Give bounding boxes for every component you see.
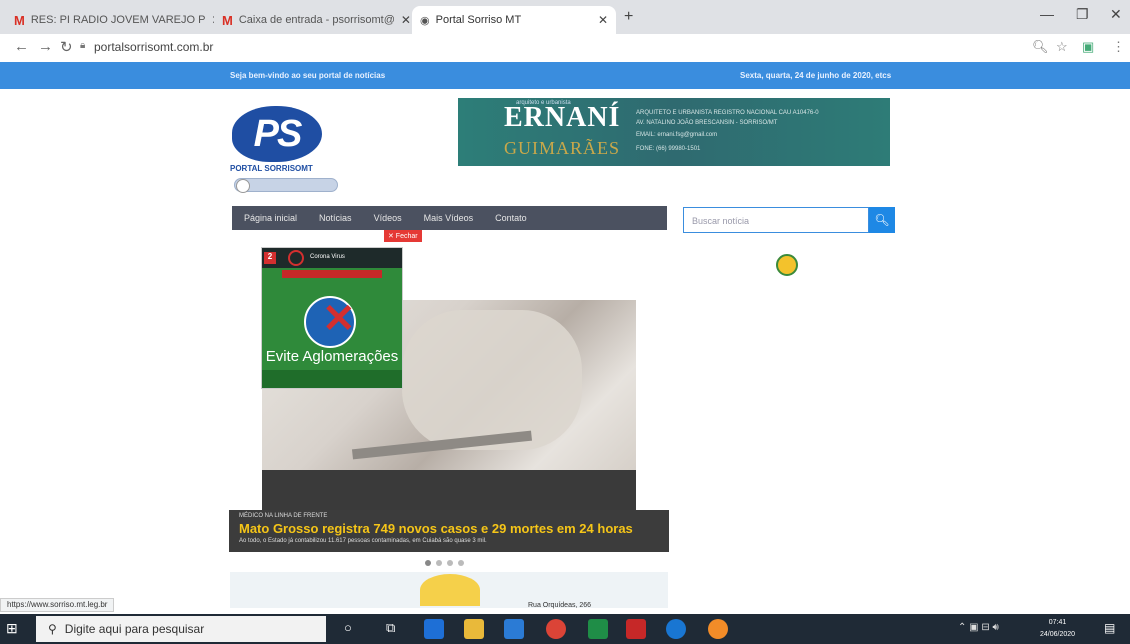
back-arrow-icon[interactable]: ← — [14, 38, 29, 55]
slide-caption[interactable]: MÉDICO NA LINHA DE FRENTE Mato Grosso re… — [229, 510, 669, 552]
slide-title[interactable]: Mato Grosso registra 749 novos casos e 2… — [239, 521, 633, 536]
store-icon[interactable] — [504, 619, 524, 639]
search-icon: ⚲ — [48, 622, 57, 636]
search-input[interactable]: Buscar notícia — [683, 207, 869, 233]
tab-gmail-inbox[interactable]: M Caixa de entrada - psorrisomt@ ✕ — [214, 6, 412, 34]
tab-portal-sorriso[interactable]: ◉ Portal Sorriso MT ✕ — [412, 6, 616, 34]
banner-line: ARQUITETO E URBANISTA REGISTRO NACIONAL … — [636, 110, 819, 116]
slider-shade — [262, 470, 636, 512]
popup-badge: 2 — [264, 252, 276, 264]
taskbar-search-placeholder: Digite aqui para pesquisar — [64, 622, 205, 636]
star-icon[interactable]: ☆ — [1056, 39, 1068, 55]
logo-initials: PS — [232, 106, 322, 162]
search-icon: 🔍︎ — [874, 213, 890, 227]
task-view-icon[interactable]: ⧉ — [386, 620, 395, 636]
site-logo[interactable]: PS PORTAL SORRISOMT — [230, 102, 342, 194]
banner-line: AV. NATALINO JOÃO BRESCANSIN - SORRISO/M… — [636, 120, 778, 126]
url-field[interactable]: portalsorrisomt.com.br — [94, 40, 213, 54]
lock-icon[interactable]: 🔒︎ — [80, 40, 85, 51]
excel-icon[interactable] — [588, 619, 608, 639]
close-popup-button[interactable]: ✕ Fechar — [384, 230, 422, 242]
edge-icon[interactable] — [424, 619, 444, 639]
tab-label: Caixa de entrada - psorrisomt@ — [238, 14, 395, 26]
popup-message: Evite Aglomerações — [265, 348, 399, 365]
clock-time: 07:41 — [1048, 619, 1067, 626]
status-url: https://www.sorriso.mt.leg.br — [0, 598, 115, 612]
forward-arrow-icon[interactable]: → — [38, 38, 53, 55]
zoom-icon[interactable]: 🔍︎ — [1032, 39, 1049, 55]
glove-shape — [402, 310, 582, 450]
windows-taskbar: ⊞ ⚲ Digite aqui para pesquisar ○ ⧉ ⌃ ▣ ⊟… — [0, 614, 1130, 644]
maximize-icon[interactable]: ❐ — [1076, 6, 1089, 23]
reload-icon[interactable]: ↻ — [60, 38, 73, 56]
slider-dot[interactable] — [436, 560, 442, 566]
close-tab-icon[interactable]: ✕ — [401, 13, 411, 27]
search-button[interactable]: 🔍︎ — [869, 207, 895, 233]
logo-name: PORTAL SORRISOMT — [230, 164, 313, 173]
gmail-icon: M — [14, 12, 25, 28]
extension-icon[interactable]: ▣ — [1082, 39, 1094, 55]
clock-date: 24/06/2020 — [1040, 631, 1076, 638]
close-window-icon[interactable]: ✕ — [1110, 6, 1122, 23]
chrome-icon[interactable] — [546, 619, 566, 639]
taskbar-search[interactable]: ⚲ Digite aqui para pesquisar — [36, 616, 326, 642]
popup-footer — [262, 370, 402, 388]
close-tab-icon[interactable]: ✕ — [598, 13, 608, 27]
nav-home[interactable]: Página inicial — [244, 213, 297, 223]
main-nav: Página inicial Notícias Vídeos Mais Víde… — [232, 206, 667, 230]
nav-news[interactable]: Notícias — [319, 213, 352, 223]
welcome-text: Seja bem-vindo ao seu portal de notícias — [230, 71, 386, 80]
notification-icon[interactable]: ▤ — [1104, 621, 1115, 635]
nav-videos[interactable]: Vídeos — [374, 213, 402, 223]
popup-red-strip — [282, 270, 382, 278]
system-tray[interactable]: ⌃ ▣ ⊟ 🔊︎ — [958, 622, 999, 633]
nav-contact[interactable]: Contato — [495, 213, 527, 223]
seal-badge — [776, 254, 798, 276]
app-icon[interactable] — [626, 619, 646, 639]
site-top-bar: Seja bem-vindo ao seu portal de notícias… — [0, 62, 1130, 89]
covid-popup[interactable]: 2 Corona Virus ✕ Evite Aglomerações — [261, 247, 403, 389]
menu-dots-icon[interactable]: ⋮ — [1112, 39, 1125, 55]
address-bar-row: ← → ↻ 🔒︎ portalsorrisomt.com.br 🔍︎ ☆ ▣ ⋮ — [0, 34, 1130, 63]
app-icon[interactable] — [708, 619, 728, 639]
tab-label: RES: PI RADIO JOVEM VAREJO P — [30, 14, 206, 26]
minimize-icon[interactable]: — — [1040, 6, 1054, 22]
nav-more-videos[interactable]: Mais Vídeos — [424, 213, 474, 223]
advert-shape — [420, 574, 480, 606]
popup-header-text: Corona Virus — [310, 254, 345, 260]
tab-gmail-res[interactable]: M RES: PI RADIO JOVEM VAREJO P ✕ — [6, 6, 214, 34]
new-tab-button[interactable]: + — [624, 8, 633, 26]
slider-dot[interactable] — [447, 560, 453, 566]
banner-line: FONE: (66) 99980-1501 — [636, 146, 701, 152]
banner-name-top: ERNANÍ — [504, 102, 621, 133]
app-icon[interactable] — [666, 619, 686, 639]
slide-summary: Ao todo, o Estado já contabilizou 11.617… — [239, 538, 487, 544]
advert-banner[interactable]: arquiteto e urbanista ERNANÍ GUIMARÃES A… — [458, 98, 890, 166]
current-date: Sexta, quarta, 24 de junho de 2020, etcs — [740, 71, 892, 80]
ban-icon — [288, 250, 304, 266]
banner-line: EMAIL: ernani.fsg@gmail.com — [636, 132, 718, 138]
slider-dot[interactable] — [458, 560, 464, 566]
file-explorer-icon[interactable] — [464, 619, 484, 639]
banner-name-bottom: GUIMARÃES — [504, 138, 621, 158]
slider-dot[interactable] — [425, 560, 431, 566]
slide-kicker: MÉDICO NA LINHA DE FRENTE — [239, 513, 328, 519]
bottom-advert[interactable]: Rua Orquídeas, 266 — [230, 572, 668, 609]
tab-label: Portal Sorriso MT — [435, 14, 522, 26]
tab-strip: M RES: PI RADIO JOVEM VAREJO P ✕ M Caixa… — [0, 0, 1130, 34]
globe-icon: ◉ — [420, 14, 430, 27]
advert-text: Rua Orquídeas, 266 — [528, 602, 592, 609]
cortana-icon[interactable]: ○ — [344, 620, 352, 635]
gmail-icon: M — [222, 12, 233, 28]
cross-icon: ✕ — [322, 297, 356, 341]
toggle-knob[interactable] — [236, 179, 250, 193]
windows-start-icon[interactable]: ⊞ — [6, 620, 18, 637]
taskbar-clock[interactable]: 07:41 24/06/2020 — [1040, 617, 1075, 641]
